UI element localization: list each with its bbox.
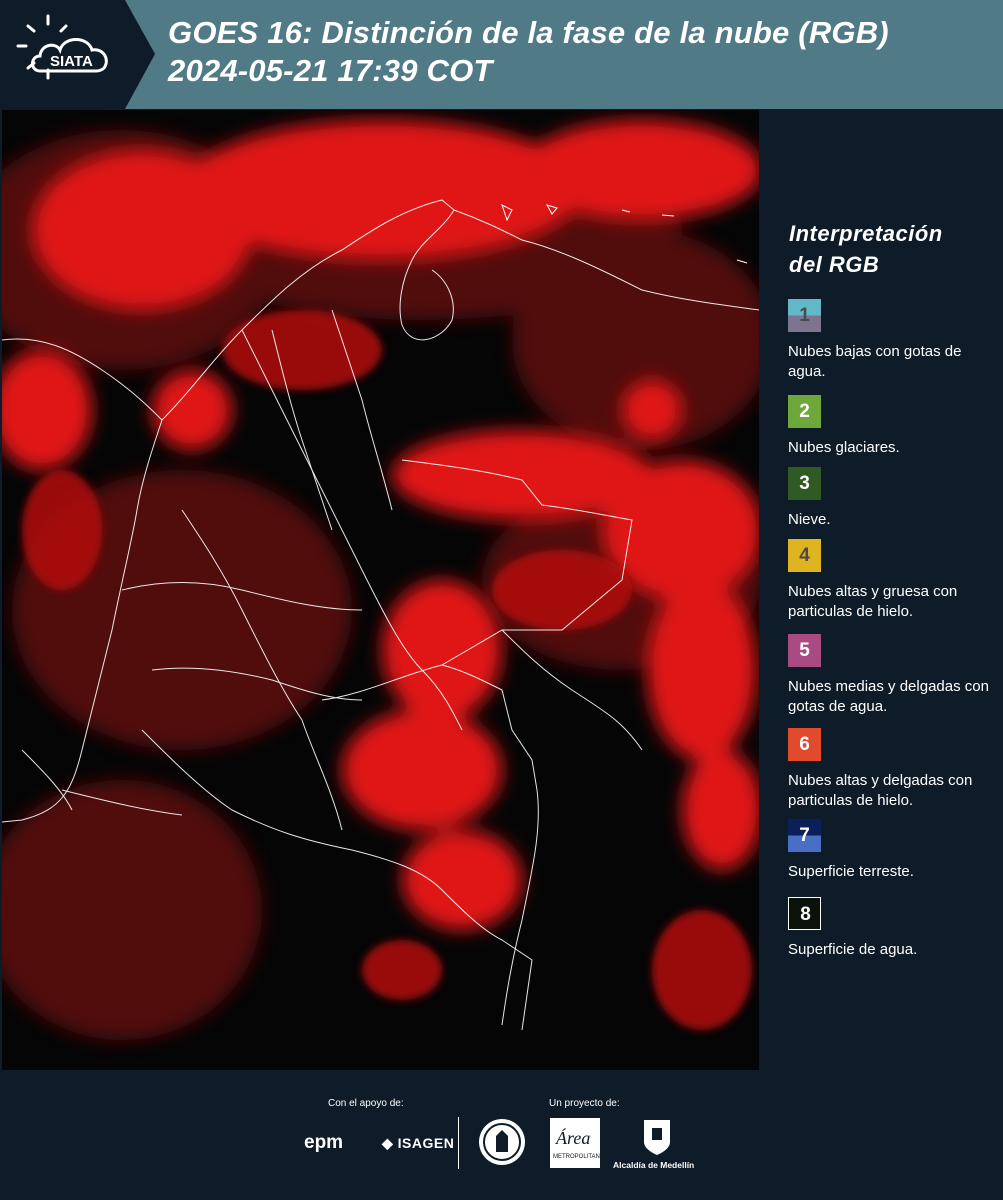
svg-text:METROPOLITANA: METROPOLITANA: [553, 1154, 600, 1160]
legend-item: 2 Nubes glaciares.: [788, 395, 1003, 458]
title-line-1: GOES 16: Distinción de la fase de la nub…: [168, 15, 889, 50]
project-label: Un proyecto de:: [549, 1098, 620, 1109]
svg-text:Área: Área: [555, 1127, 590, 1148]
page-title: GOES 16: Distinción de la fase de la nub…: [168, 14, 889, 90]
legend-title-line-2: del RGB: [789, 252, 880, 277]
support-label: Con el apoyo de:: [328, 1098, 404, 1109]
seal-icon: [479, 1119, 525, 1165]
legend-label: Nieve.: [788, 511, 831, 528]
legend-swatch: 1: [788, 299, 821, 332]
satellite-map: [2, 110, 759, 1070]
legend-item: 8 Superficie de agua.: [788, 897, 1003, 960]
legend-swatch: 4: [788, 539, 821, 572]
legend-number: 8: [800, 904, 811, 925]
isagen-text: ISAGEN: [397, 1135, 455, 1151]
siata-logo: SIATA: [0, 0, 160, 109]
legend-number: 3: [799, 473, 810, 494]
legend-swatch: 7: [788, 819, 821, 852]
legend-number: 2: [799, 401, 810, 422]
legend-number: 5: [799, 640, 810, 661]
legend-label: Nubes medias y delgadas con gotas de agu…: [788, 678, 989, 715]
isagen-mark-icon: ◆: [382, 1135, 398, 1151]
legend-label: Superficie de agua.: [788, 941, 918, 958]
legend-item: 7 Superficie terreste.: [788, 819, 1003, 882]
legend-number: 1: [799, 305, 810, 326]
isagen-logo: ◆ ISAGEN: [382, 1135, 454, 1152]
legend-item: 3 Nieve.: [788, 467, 1003, 530]
footer: Con el apoyo de: Un proyecto de: epm ◆ I…: [0, 1070, 1003, 1200]
legend-title: Interpretación del RGB: [789, 218, 943, 280]
header-bar: SIATA GOES 16: Distinción de la fase de …: [0, 0, 1003, 109]
legend-swatch: 6: [788, 728, 821, 761]
title-line-2: 2024-05-21 17:39 COT: [168, 53, 493, 88]
siata-logo-text: SIATA: [50, 53, 93, 70]
legend-label: Nubes bajas con gotas de agua.: [788, 343, 962, 380]
footer-divider: [458, 1117, 459, 1169]
legend-label: Nubes glaciares.: [788, 439, 900, 456]
legend-item: 6 Nubes altas y delgadas con particulas d…: [788, 728, 1003, 811]
legend-label: Superficie terreste.: [788, 863, 914, 880]
legend-number: 4: [799, 545, 810, 566]
satellite-rgb-image: [2, 110, 759, 1070]
legend-number: 6: [799, 734, 810, 755]
legend-label: Nubes altas y gruesa con particulas de h…: [788, 583, 958, 620]
area-metropolitana-logo: Área METROPOLITANA: [550, 1118, 600, 1168]
legend-swatch: 3: [788, 467, 821, 500]
alcaldia-label: Alcaldía de Medellín: [613, 1160, 695, 1170]
epm-logo: epm: [304, 1132, 344, 1153]
legend-swatch: 8: [788, 897, 821, 930]
legend-title-line-1: Interpretación: [789, 221, 943, 246]
legend-swatch: 5: [788, 634, 821, 667]
legend-swatch: 2: [788, 395, 821, 428]
legend-item: 5 Nubes medias y delgadas con gotas de ag…: [788, 634, 1003, 717]
legend-item: 4 Nubes altas y gruesa con particulas de …: [788, 539, 1003, 622]
legend-item: 1 Nubes bajas con gotas de agua.: [788, 299, 1003, 382]
alcaldia-shield-icon: [644, 1120, 670, 1155]
legend-number: 7: [799, 825, 810, 846]
legend-label: Nubes altas y delgadas con particulas de…: [788, 772, 973, 809]
legend-panel: Interpretación del RGB 1 Nubes bajas con …: [760, 110, 1003, 1070]
